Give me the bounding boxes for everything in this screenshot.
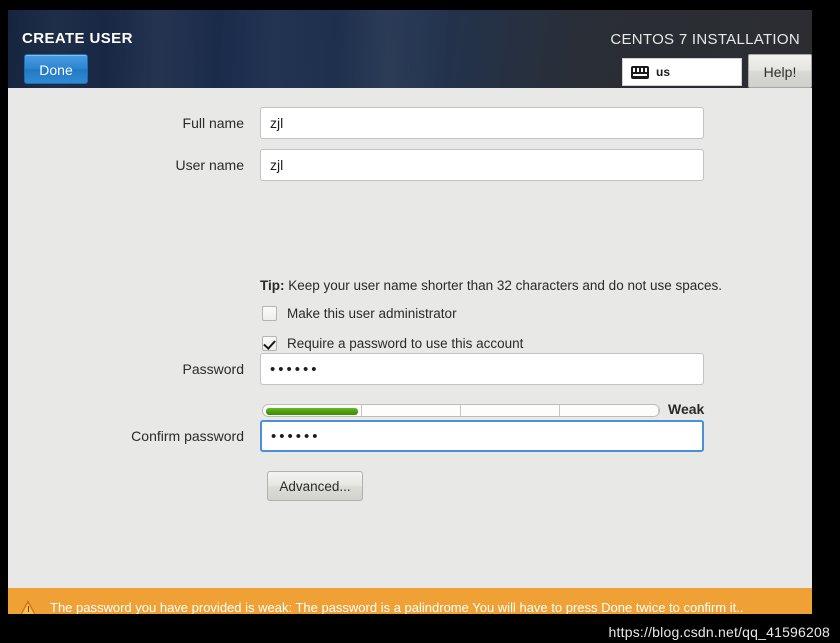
- full-name-input[interactable]: [260, 107, 704, 139]
- password-strength-fill: [266, 408, 358, 415]
- password-strength-bar: [262, 404, 660, 417]
- warning-triangle-icon: [20, 599, 37, 614]
- full-name-label: Full name: [182, 115, 244, 131]
- password-strength-label: Weak: [668, 401, 705, 417]
- strength-segment: [362, 405, 461, 416]
- warning-message: The password you have provided is weak: …: [50, 599, 744, 615]
- password-label: Password: [182, 361, 244, 377]
- installer-window: CREATE USER CENTOS 7 INSTALLATION Done u…: [8, 10, 812, 614]
- confirm-password-label: Confirm password: [131, 428, 244, 444]
- tip-text: Keep your user name shorter than 32 char…: [284, 278, 723, 293]
- row-password: Password: [8, 353, 812, 385]
- make-administrator-checkbox-row[interactable]: Make this user administrator: [262, 303, 457, 323]
- keyboard-icon: [631, 65, 649, 79]
- make-administrator-label: Make this user administrator: [287, 305, 457, 321]
- require-password-checkbox[interactable]: [262, 335, 277, 351]
- user-name-label: User name: [175, 157, 244, 173]
- user-name-tip: Tip: Keep your user name shorter than 32…: [260, 278, 722, 293]
- require-password-label: Require a password to use this account: [287, 335, 524, 351]
- product-title: CENTOS 7 INSTALLATION: [610, 31, 800, 48]
- strength-segment: [560, 405, 659, 416]
- warning-bar: The password you have provided is weak: …: [8, 588, 812, 614]
- create-user-form: Full name User name Tip: Keep your user …: [8, 88, 812, 586]
- page-title: CREATE USER: [22, 30, 133, 47]
- row-confirm-password: Confirm password: [8, 420, 812, 452]
- make-administrator-checkbox[interactable]: [262, 305, 277, 321]
- screen-frame: CREATE USER CENTOS 7 INSTALLATION Done u…: [0, 0, 840, 643]
- tip-prefix: Tip:: [260, 278, 285, 293]
- password-input[interactable]: [260, 353, 704, 385]
- advanced-button[interactable]: Advanced...: [267, 471, 363, 501]
- user-name-input[interactable]: [260, 149, 704, 181]
- help-button[interactable]: Help!: [748, 54, 812, 88]
- require-password-checkbox-row[interactable]: Require a password to use this account: [262, 333, 523, 353]
- confirm-password-input[interactable]: [260, 420, 704, 452]
- strength-segment: [461, 405, 560, 416]
- done-button[interactable]: Done: [24, 54, 88, 84]
- keyboard-layout-label: us: [656, 65, 671, 79]
- row-full-name: Full name: [8, 107, 812, 139]
- keyboard-layout-indicator[interactable]: us: [622, 58, 742, 86]
- row-user-name: User name: [8, 149, 812, 181]
- watermark-url: https://blog.csdn.net/qq_41596208: [608, 624, 830, 640]
- installer-header: CREATE USER CENTOS 7 INSTALLATION Done u…: [8, 10, 812, 88]
- password-strength-row: Weak: [8, 401, 812, 420]
